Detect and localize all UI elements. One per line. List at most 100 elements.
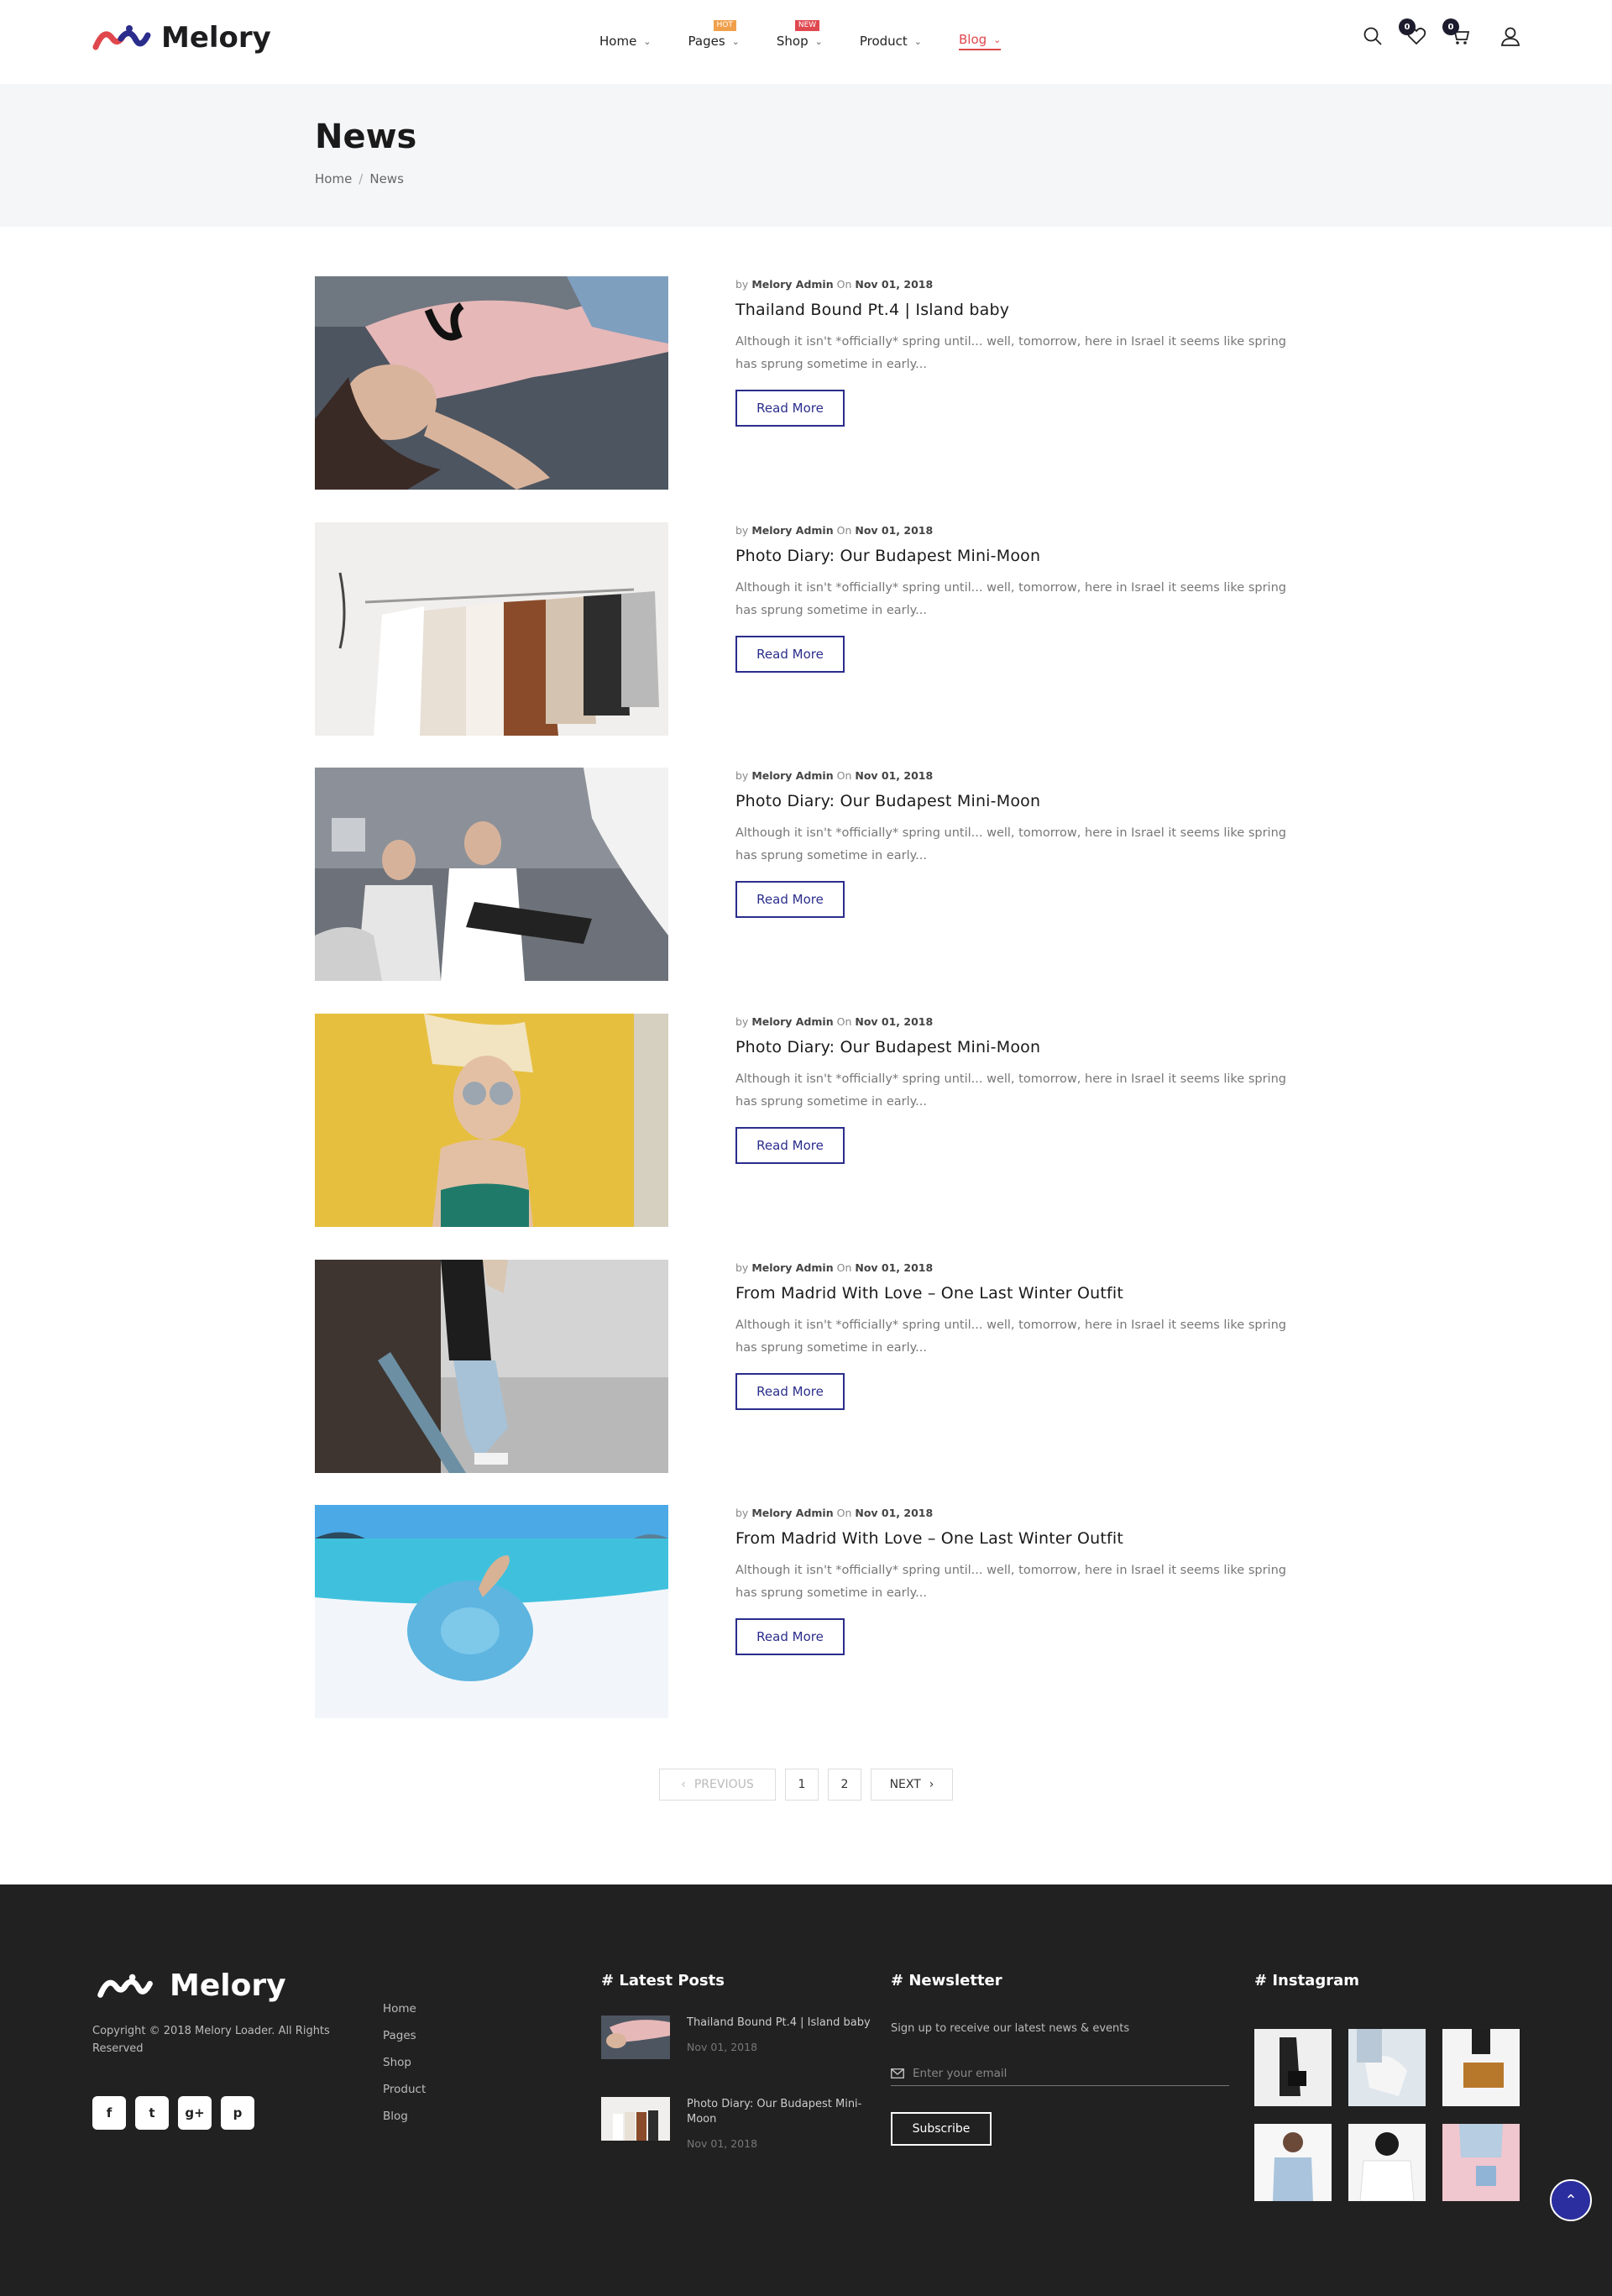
email-input[interactable] <box>913 2066 1215 2080</box>
post-image[interactable] <box>315 768 668 981</box>
breadcrumb-home[interactable]: Home <box>315 171 352 186</box>
read-more-button[interactable]: Read More <box>735 636 845 673</box>
post-image[interactable] <box>315 522 668 736</box>
meta-by: by <box>735 1261 749 1274</box>
blog-post: by Melory Admin On Nov 01, 2018 From Mad… <box>315 1505 1297 1718</box>
post-title[interactable]: From Madrid With Love – One Last Winter … <box>735 1529 1306 1548</box>
wishlist-count: 0 <box>1399 18 1416 35</box>
wishlist-button[interactable]: 0 <box>1399 18 1427 47</box>
read-more-button[interactable]: Read More <box>735 1373 845 1410</box>
footer-link-home[interactable]: Home <box>383 2002 426 2016</box>
new-badge: NEW <box>794 20 820 31</box>
post-author[interactable]: Melory Admin <box>751 1261 833 1274</box>
latest-post-item[interactable]: Thailand Bound Pt.4 | Island baby Nov 01… <box>601 2016 873 2059</box>
post-author[interactable]: Melory Admin <box>751 769 833 782</box>
footer-links: Home Pages Shop Product Blog <box>383 2002 426 2124</box>
instagram-photo[interactable] <box>1348 2124 1426 2201</box>
chevron-up-icon: ⌃ <box>1564 2191 1578 2210</box>
post-body: by Melory Admin On Nov 01, 2018 Photo Di… <box>735 522 1306 673</box>
cart-button[interactable]: 0 <box>1442 18 1471 47</box>
breadcrumb-separator: / <box>359 171 364 186</box>
envelope-icon <box>891 2068 904 2078</box>
post-meta: by Melory Admin On Nov 01, 2018 <box>735 1507 1306 1519</box>
post-title[interactable]: Thailand Bound Pt.4 | Island baby <box>735 301 1306 319</box>
search-icon <box>1363 27 1382 45</box>
meta-by: by <box>735 769 749 782</box>
pagination: ‹ PREVIOUS 1 2 NEXT › <box>659 1769 953 1801</box>
post-author[interactable]: Melory Admin <box>751 524 833 537</box>
pinterest-button[interactable]: p <box>221 2096 254 2130</box>
instagram-photo[interactable] <box>1348 2029 1426 2106</box>
social-links: f t g+ p <box>92 2096 254 2130</box>
post-author[interactable]: Melory Admin <box>751 1507 833 1519</box>
post-title[interactable]: Photo Diary: Our Budapest Mini-Moon <box>735 792 1306 810</box>
footer-logo-text: Melory <box>170 1968 286 2003</box>
nav-pages-label: Pages <box>688 34 725 49</box>
latest-post-photo <box>601 2097 670 2141</box>
post-image[interactable] <box>315 1014 668 1227</box>
meta-on: On <box>836 1015 852 1028</box>
footer-link-pages[interactable]: Pages <box>383 2029 426 2043</box>
twitter-button[interactable]: t <box>135 2096 169 2130</box>
post-date: Nov 01, 2018 <box>855 769 934 782</box>
next-page-button[interactable]: NEXT › <box>871 1769 953 1801</box>
footer-logo[interactable]: Melory <box>92 1968 286 2003</box>
nav-home[interactable]: Home ⌄ <box>599 32 652 50</box>
previous-page-button[interactable]: ‹ PREVIOUS <box>659 1769 776 1801</box>
newsletter-field <box>891 2061 1229 2086</box>
instagram-photo[interactable] <box>1442 2029 1520 2106</box>
nav-shop[interactable]: NEW Shop ⌄ <box>777 20 823 50</box>
instagram-photo[interactable] <box>1442 2124 1520 2201</box>
read-more-button[interactable]: Read More <box>735 881 845 918</box>
chevron-down-icon: ⌄ <box>643 35 652 47</box>
instagram-photo-image <box>1348 2029 1426 2106</box>
page-2-button[interactable]: 2 <box>828 1769 861 1801</box>
footer-link-product[interactable]: Product <box>383 2083 426 2097</box>
read-more-button[interactable]: Read More <box>735 1127 845 1164</box>
subscribe-button[interactable]: Subscribe <box>891 2112 992 2146</box>
read-more-button[interactable]: Read More <box>735 1618 845 1655</box>
logo[interactable]: Melory <box>92 20 271 55</box>
facebook-button[interactable]: f <box>92 2096 126 2130</box>
post-title[interactable]: From Madrid With Love – One Last Winter … <box>735 1284 1306 1303</box>
footer-link-shop[interactable]: Shop <box>383 2056 426 2070</box>
latest-post-item[interactable]: Photo Diary: Our Budapest Mini-Moon Nov … <box>601 2097 873 2150</box>
meta-by: by <box>735 1507 749 1519</box>
chevron-right-icon: › <box>929 1778 934 1791</box>
post-meta: by Melory Admin On Nov 01, 2018 <box>735 1261 1306 1274</box>
read-more-button[interactable]: Read More <box>735 390 845 427</box>
latest-post-thumb <box>601 2097 670 2141</box>
post-title[interactable]: Photo Diary: Our Budapest Mini-Moon <box>735 1038 1306 1056</box>
footer-link-blog[interactable]: Blog <box>383 2110 426 2124</box>
chevron-left-icon: ‹ <box>681 1778 686 1791</box>
post-author[interactable]: Melory Admin <box>751 278 833 291</box>
nav-blog[interactable]: Blog ⌄ <box>959 32 1002 50</box>
post-body: by Melory Admin On Nov 01, 2018 Photo Di… <box>735 768 1306 918</box>
back-to-top-button[interactable]: ⌃ <box>1550 2179 1592 2221</box>
post-title[interactable]: Photo Diary: Our Budapest Mini-Moon <box>735 547 1306 565</box>
nav-pages[interactable]: HOT Pages ⌄ <box>688 20 740 50</box>
post-image[interactable] <box>315 1260 668 1473</box>
breadcrumb-current: News <box>369 171 404 186</box>
chevron-down-icon: ⌄ <box>731 35 740 47</box>
post-meta: by Melory Admin On Nov 01, 2018 <box>735 1015 1306 1028</box>
next-label: NEXT <box>889 1778 921 1791</box>
instagram-photo[interactable] <box>1254 2029 1332 2106</box>
blog-post: by Melory Admin On Nov 01, 2018 Photo Di… <box>315 1014 1297 1227</box>
account-button[interactable] <box>1499 25 1521 47</box>
newsletter-title: # Newsletter <box>891 1972 1002 1989</box>
google-plus-button[interactable]: g+ <box>178 2096 212 2130</box>
pinterest-icon: p <box>233 2105 243 2120</box>
meta-by: by <box>735 1015 749 1028</box>
nav-product[interactable]: Product ⌄ <box>860 32 922 50</box>
post-author[interactable]: Melory Admin <box>751 1015 833 1028</box>
post-image[interactable] <box>315 1505 668 1718</box>
meta-on: On <box>836 524 852 537</box>
post-meta: by Melory Admin On Nov 01, 2018 <box>735 278 1306 291</box>
chevron-down-icon: ⌄ <box>913 35 922 47</box>
page-1-button[interactable]: 1 <box>785 1769 819 1801</box>
search-button[interactable] <box>1362 25 1384 47</box>
chevron-down-icon: ⌄ <box>993 34 1002 45</box>
instagram-photo[interactable] <box>1254 2124 1332 2201</box>
post-image[interactable] <box>315 276 668 490</box>
